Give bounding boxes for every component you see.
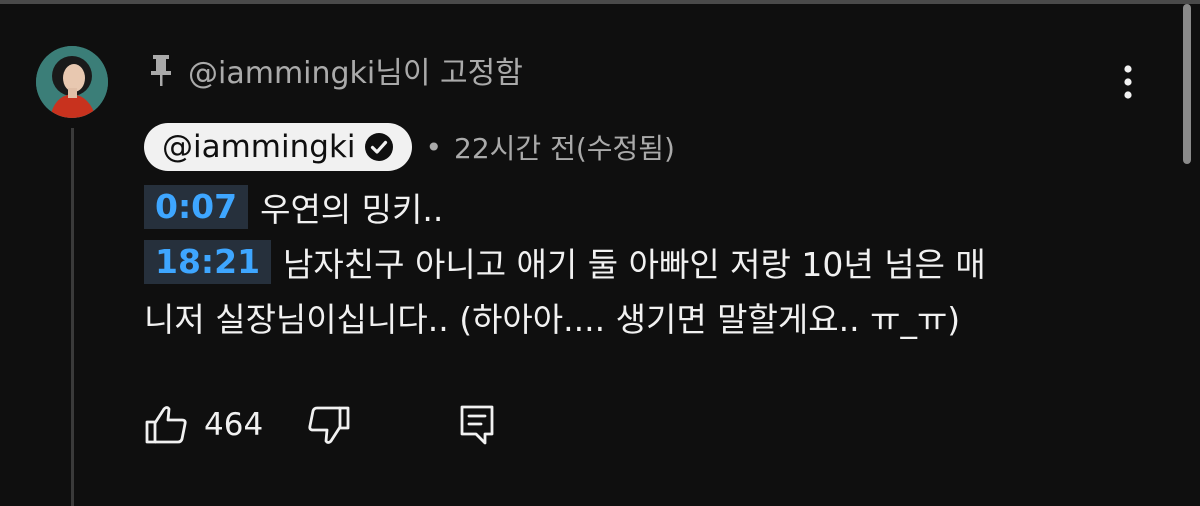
- timestamp-link[interactable]: 18:21: [144, 240, 272, 284]
- thumbs-down-icon: [308, 406, 350, 444]
- comment-line: 0:07 우연의 밍키..: [144, 182, 1144, 237]
- pinned-by-suffix: 님이 고정함: [375, 56, 523, 91]
- comment-line: 18:21 남자친구 아니고 애기 둘 아빠인 저랑 10년 넘은 매: [144, 237, 1144, 292]
- comment-line-text: 니저 실장님이십니다.. (하아아.... 생기면 말할게요.. ㅠ_ㅠ): [144, 300, 961, 339]
- comment-line-text: 남자친구 아니고 애기 둘 아빠인 저랑 10년 넘은 매: [283, 245, 986, 284]
- like-count: 464: [204, 407, 264, 443]
- comment-header: @iammingki • 22시간 전(수정됨): [144, 122, 675, 172]
- top-divider: [0, 0, 1200, 4]
- pinned-by-handle[interactable]: @iammingki: [188, 56, 375, 91]
- more-actions-button[interactable]: [1110, 62, 1146, 102]
- author-name: @iammingki: [162, 129, 356, 165]
- dislike-button[interactable]: [307, 400, 351, 450]
- meta-separator: •: [425, 130, 443, 164]
- like-button[interactable]: [144, 400, 188, 450]
- check-circle-icon: [364, 133, 393, 161]
- pinned-by-label: @iammingki님이 고정함: [148, 50, 523, 91]
- comment-line: 니저 실장님이십니다.. (하아아.... 생기면 말할게요.. ㅠ_ㅠ): [144, 292, 1144, 347]
- pin-icon: [151, 55, 171, 86]
- scrollbar-thumb[interactable]: [1183, 4, 1191, 164]
- reply-button[interactable]: [459, 400, 495, 450]
- comment-actions: 464: [144, 400, 495, 450]
- comment-time[interactable]: 22시간 전(수정됨): [454, 127, 675, 167]
- three-dots-vertical-icon: [1124, 65, 1132, 99]
- thumbs-up-icon: [145, 406, 187, 444]
- author-chip[interactable]: @iammingki: [144, 123, 412, 171]
- thread-connector-line: [71, 128, 74, 506]
- timestamp-link[interactable]: 0:07: [144, 185, 249, 229]
- comment-text: 0:07 우연의 밍키.. 18:21 남자친구 아니고 애기 둘 아빠인 저랑 1…: [144, 182, 1144, 347]
- comment-line-text: 우연의 밍키..: [260, 190, 444, 229]
- avatar[interactable]: [36, 46, 108, 118]
- reply-comment-icon: [460, 405, 494, 445]
